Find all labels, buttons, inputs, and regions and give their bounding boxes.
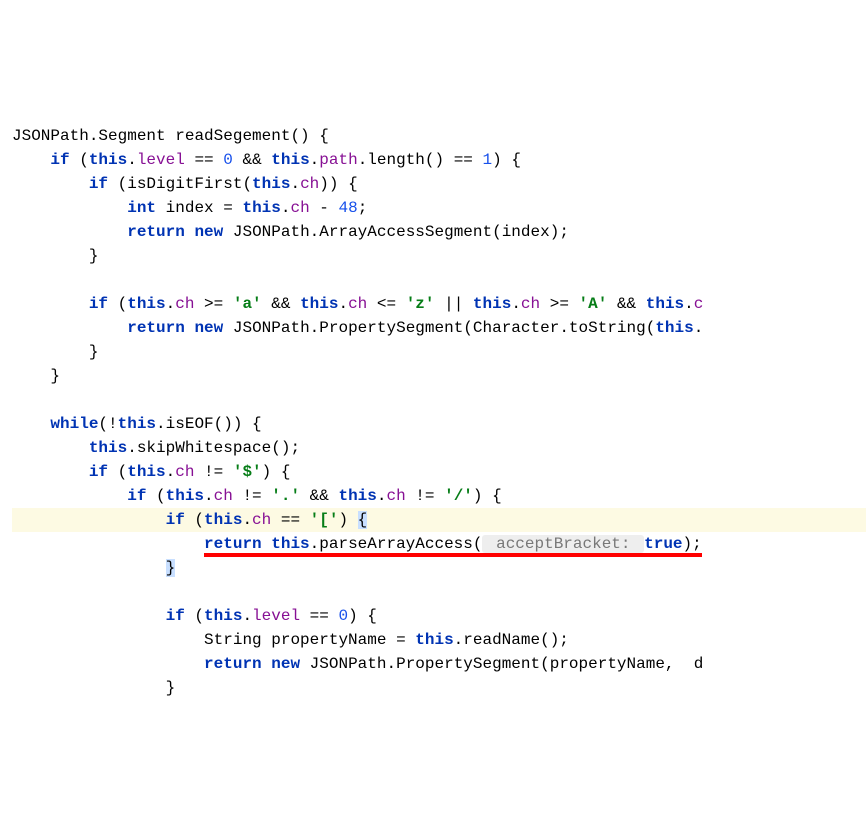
code-line-5: return new JSONPath.ArrayAccessSegment(i… (12, 223, 569, 241)
code-line-15: if (this.ch != '$') { (12, 463, 290, 481)
code-line-18: return this.parseArrayAccess( acceptBrac… (12, 535, 702, 557)
code-line-2: if (this.level == 0 && this.path.length(… (12, 151, 521, 169)
code-line-16: if (this.ch != '.' && this.ch != '/') { (12, 487, 502, 505)
code-line-10: } (12, 343, 98, 361)
code-line-9: return new JSONPath.PropertySegment(Char… (12, 319, 703, 337)
code-line-17-highlighted: if (this.ch == '[') { (12, 508, 866, 532)
code-line-22: String propertyName = this.readName(); (12, 631, 569, 649)
code-line-blank-2 (12, 391, 22, 409)
code-line-blank-1 (12, 271, 22, 289)
matching-brace-open: { (358, 511, 368, 529)
code-line-11: } (12, 367, 60, 385)
code-line-13: while(!this.isEOF()) { (12, 415, 262, 433)
matching-brace-close: } (166, 559, 176, 577)
code-line-4: int index = this.ch - 48; (12, 199, 367, 217)
code-line-14: this.skipWhitespace(); (12, 439, 300, 457)
code-line-19: } (12, 559, 175, 577)
code-line-blank-3 (12, 583, 22, 601)
code-editor[interactable]: JSONPath.Segment readSegement() { if (th… (0, 96, 866, 700)
code-line-3: if (isDigitFirst(this.ch)) { (12, 175, 358, 193)
code-line-24: } (12, 679, 175, 697)
code-line-1: JSONPath.Segment readSegement() { (12, 127, 329, 145)
code-line-6: } (12, 247, 98, 265)
red-underline-annotation: return this.parseArrayAccess( acceptBrac… (204, 535, 702, 557)
code-line-8: if (this.ch >= 'a' && this.ch <= 'z' || … (12, 295, 703, 313)
code-line-23: return new JSONPath.PropertySegment(prop… (12, 655, 703, 673)
parameter-hint: acceptBracket: (482, 535, 644, 553)
